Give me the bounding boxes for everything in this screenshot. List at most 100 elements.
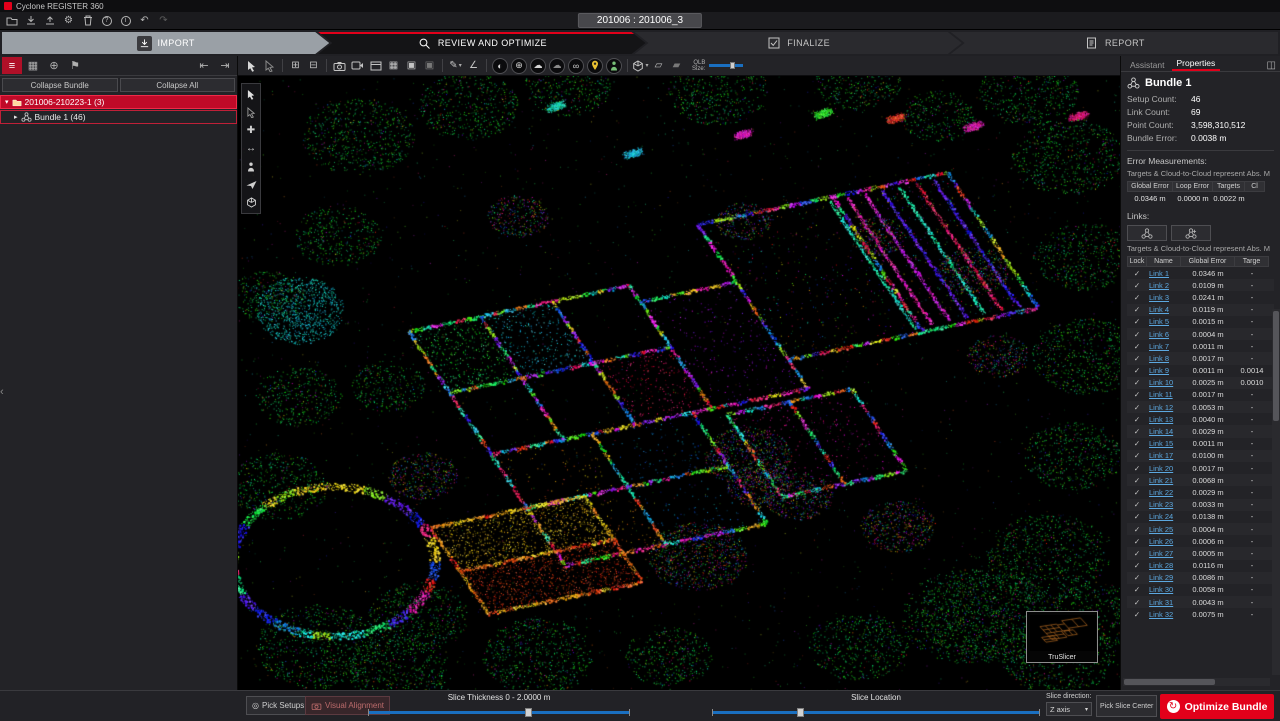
link-lock-checkbox[interactable]: ✓ [1127,585,1147,594]
tab-map-view-icon[interactable]: ⊕ [44,57,64,74]
link-name[interactable]: Link 28 [1147,561,1181,570]
auto-cloud-links-button[interactable] [1127,225,1167,241]
link-lock-checkbox[interactable]: ✓ [1127,500,1147,509]
link-name[interactable]: Link 11 [1147,390,1181,399]
import-button[interactable] [22,13,39,28]
collapse-in-icon[interactable]: ⇤ [194,57,214,74]
link-name[interactable]: Link 29 [1147,573,1181,582]
tree-item-bundle[interactable]: ▸ Bundle 1 (46) [0,110,237,124]
link-name[interactable]: Link 1 [1147,269,1181,278]
link-name[interactable]: Link 25 [1147,525,1181,534]
link-name[interactable]: Link 17 [1147,451,1181,460]
qlb-size-slider[interactable] [709,64,743,67]
pan-tool-button[interactable]: ✚ [243,123,259,138]
cloud-density-button[interactable]: ☁ [549,58,565,74]
area-cursor-button[interactable] [243,105,259,120]
tab-flag-icon[interactable]: ⚑ [65,57,85,74]
link-name[interactable]: Link 2 [1147,281,1181,290]
image-overlay-alt-button[interactable]: ▣ [421,57,438,74]
add-link-button[interactable] [1171,225,1211,241]
link-lock-checkbox[interactable]: ✓ [1127,293,1147,302]
video-record-button[interactable] [349,57,366,74]
link-name[interactable]: Link 14 [1147,427,1181,436]
link-lock-checkbox[interactable]: ✓ [1127,464,1147,473]
slice-tool-button[interactable]: ✎▾ [447,57,464,74]
link-name[interactable]: Link 23 [1147,500,1181,509]
workflow-step-review-optimize[interactable]: REVIEW AND OPTIMIZE [318,32,645,54]
link-name[interactable]: Link 22 [1147,488,1181,497]
globe-view-button[interactable]: ⊕ [511,58,527,74]
links-vertical-scrollbar[interactable] [1272,309,1280,675]
tree-item-project[interactable]: ▾ 201006-210223-1 (3) [0,95,237,109]
truslicer-minimap-canvas[interactable] [1030,615,1096,651]
link-lock-checkbox[interactable]: ✓ [1127,525,1147,534]
link-name[interactable]: Link 6 [1147,330,1181,339]
fly-tool-button[interactable] [243,177,259,192]
link-lock-checkbox[interactable]: ✓ [1127,549,1147,558]
link-lock-checkbox[interactable]: ✓ [1127,451,1147,460]
link-lock-checkbox[interactable]: ✓ [1127,476,1147,485]
publish-button[interactable] [41,13,58,28]
link-lock-checkbox[interactable]: ✓ [1127,573,1147,582]
snapshot-camera-button[interactable] [331,57,348,74]
link-lock-checkbox[interactable]: ✓ [1127,378,1147,387]
tab-project-tree-icon[interactable]: ≡ [2,57,22,74]
plane-filled-button[interactable]: ▰ [668,57,685,74]
link-lock-checkbox[interactable]: ✓ [1127,330,1147,339]
link-lock-checkbox[interactable]: ✓ [1127,317,1147,326]
collapse-out-icon[interactable]: ⇥ [215,57,235,74]
links-column-header[interactable]: Targe [1235,256,1269,267]
slice-location-slider[interactable] [712,711,1040,714]
link-lock-checkbox[interactable]: ✓ [1127,390,1147,399]
image-overlay-button[interactable]: ▣ [403,57,420,74]
help-button[interactable]: ? [98,13,115,28]
measure-angle-button[interactable]: ∠ [465,57,482,74]
links-column-header[interactable]: Name [1147,256,1181,267]
link-lock-checkbox[interactable]: ✓ [1127,427,1147,436]
link-lock-checkbox[interactable]: ✓ [1127,488,1147,497]
info-button[interactable]: i [117,13,134,28]
link-lock-checkbox[interactable]: ✓ [1127,610,1147,619]
link-lock-checkbox[interactable]: ✓ [1127,305,1147,314]
box-mode-button[interactable] [243,195,259,210]
cloud-view-button[interactable]: ☁ [530,58,546,74]
scrollbar-thumb[interactable] [1273,311,1279,421]
setup-person-button[interactable] [606,58,622,74]
link-name[interactable]: Link 7 [1147,342,1181,351]
link-name[interactable]: Link 12 [1147,403,1181,412]
link-lock-checkbox[interactable]: ✓ [1127,598,1147,607]
pick-cursor-button[interactable] [243,87,259,102]
slider-handle[interactable] [730,62,735,69]
link-name[interactable]: Link 15 [1147,439,1181,448]
tab-assistant[interactable]: Assistant [1125,58,1170,71]
slice-thickness-slider[interactable] [368,711,630,714]
view-cube-button[interactable]: ▾ [632,57,649,74]
links-column-header[interactable]: Global Error [1181,256,1235,267]
link-lock-checkbox[interactable]: ✓ [1127,415,1147,424]
delete-trash-button[interactable] [79,13,96,28]
link-lock-checkbox[interactable]: ✓ [1127,561,1147,570]
pick-setups-button[interactable]: ◎ Pick Setups [246,696,310,715]
link-name[interactable]: Link 30 [1147,585,1181,594]
open-project-button[interactable] [3,13,20,28]
link-name[interactable]: Link 20 [1147,464,1181,473]
link-lock-checkbox[interactable]: ✓ [1127,342,1147,351]
tab-grid-view-icon[interactable]: ▦ [23,57,43,74]
expander-icon[interactable]: ▾ [5,98,9,106]
panel-collapse-arrow[interactable]: ‹ [0,386,4,398]
link-lock-checkbox[interactable]: ✓ [1127,403,1147,412]
pick-slice-center-button[interactable]: Pick Slice Center [1096,695,1157,717]
setup-pin-button[interactable] [587,58,603,74]
zoom-window-button[interactable]: ⊞ [287,57,304,74]
scrollbar-thumb[interactable] [1124,679,1215,685]
workflow-step-finalize[interactable]: FINALIZE [635,32,962,54]
link-name[interactable]: Link 26 [1147,537,1181,546]
link-name[interactable]: Link 5 [1147,317,1181,326]
link-name[interactable]: Link 8 [1147,354,1181,363]
expander-icon[interactable]: ▸ [14,113,18,121]
settings-gear-icon[interactable]: ⚙ [60,13,77,28]
link-name[interactable]: Link 10 [1147,378,1181,387]
link-lock-checkbox[interactable]: ✓ [1127,281,1147,290]
link-lock-checkbox[interactable]: ✓ [1127,439,1147,448]
select-cursor-button[interactable] [243,57,260,74]
